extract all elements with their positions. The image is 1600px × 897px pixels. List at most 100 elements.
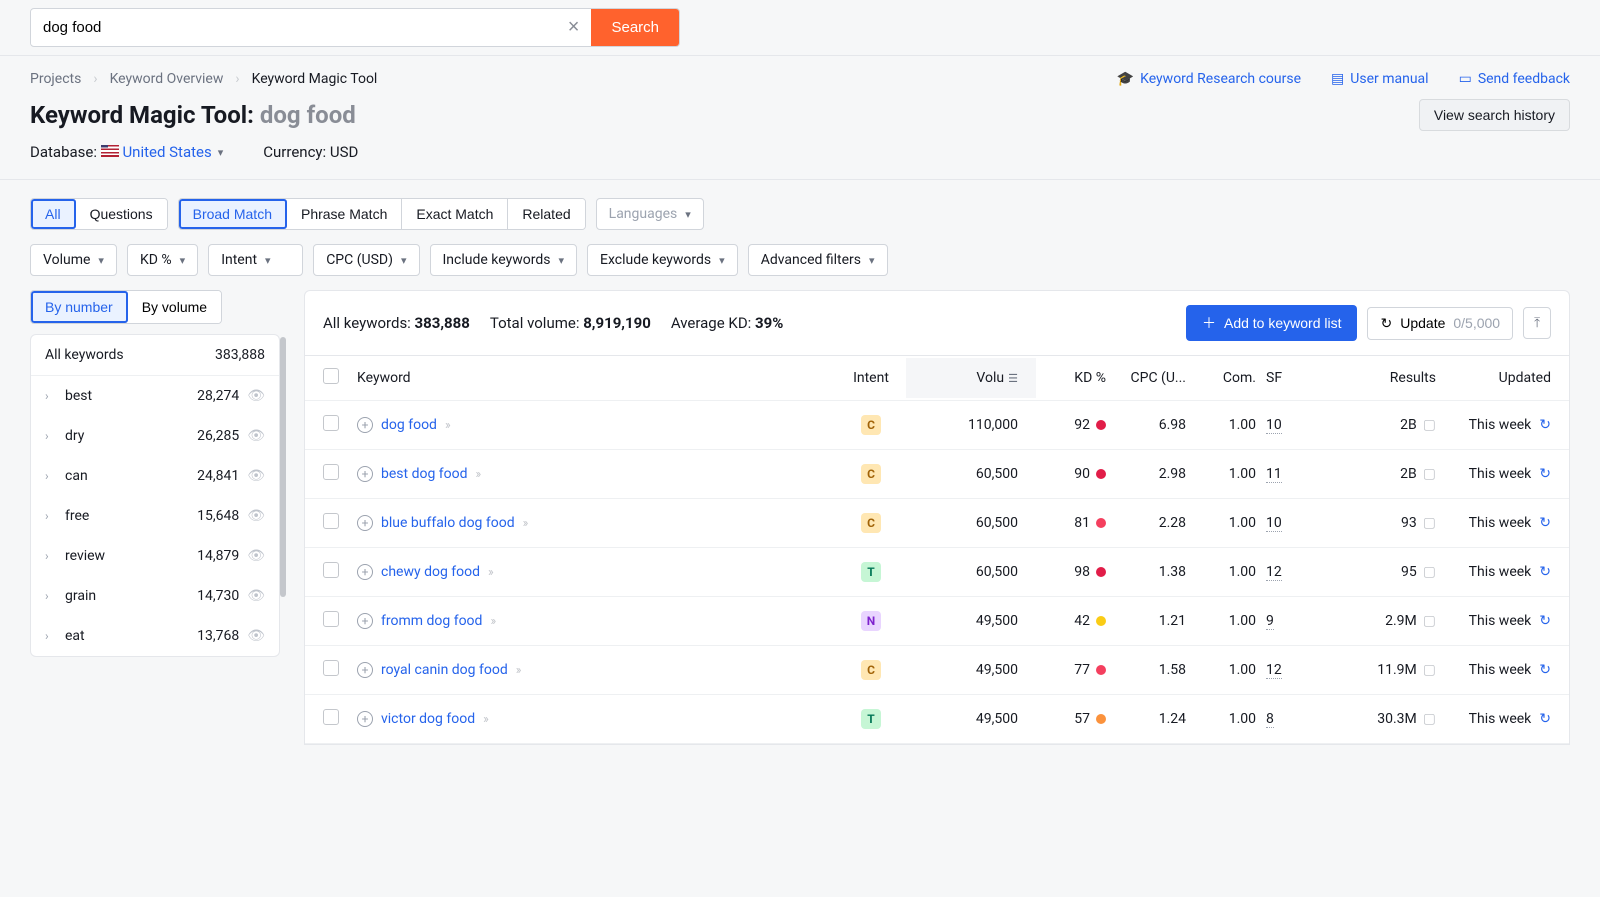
eye-icon[interactable]: 👁 (247, 628, 265, 644)
view-history-button[interactable]: View search history (1419, 99, 1570, 131)
add-keyword-icon[interactable]: + (357, 613, 373, 629)
volume-filter[interactable]: Volume▾ (30, 244, 117, 276)
tab-related[interactable]: Related (508, 199, 584, 229)
double-chevron-icon[interactable]: ›› (488, 565, 492, 580)
sort-by-number[interactable]: By number (31, 291, 128, 323)
double-chevron-icon[interactable]: ›› (476, 467, 480, 482)
tab-exact-match[interactable]: Exact Match (402, 199, 508, 229)
scrollbar[interactable] (280, 337, 286, 597)
serp-icon[interactable]: ▢ (1423, 515, 1436, 531)
kd-filter[interactable]: KD %▾ (127, 244, 198, 276)
refresh-row-icon[interactable]: ↻ (1539, 613, 1551, 629)
sidebar-group-item[interactable]: ›eat13,768👁 (31, 616, 279, 656)
row-checkbox[interactable] (323, 562, 339, 578)
eye-icon[interactable]: 👁 (247, 548, 265, 564)
keyword-link[interactable]: fromm dog food (381, 613, 482, 629)
intent-filter[interactable]: Intent▾ (208, 244, 303, 276)
cpc-filter[interactable]: CPC (USD)▾ (313, 244, 419, 276)
eye-icon[interactable]: 👁 (247, 468, 265, 484)
sort-by-volume[interactable]: By volume (128, 291, 221, 323)
refresh-row-icon[interactable]: ↻ (1539, 515, 1551, 531)
tab-broad-match[interactable]: Broad Match (179, 199, 287, 229)
eye-icon[interactable]: 👁 (247, 388, 265, 404)
search-input[interactable] (31, 10, 556, 45)
sidebar-group-item[interactable]: ›grain14,730👁 (31, 576, 279, 616)
row-checkbox[interactable] (323, 464, 339, 480)
keyword-link[interactable]: dog food (381, 417, 437, 433)
double-chevron-icon[interactable]: ›› (445, 418, 449, 433)
eye-icon[interactable]: 👁 (247, 588, 265, 604)
add-keyword-icon[interactable]: + (357, 515, 373, 531)
clear-search-button[interactable]: × (556, 16, 592, 39)
add-keyword-icon[interactable]: + (357, 417, 373, 433)
database-selector[interactable]: Database: United States ▾ (30, 143, 223, 161)
search-button[interactable]: Search (591, 9, 679, 46)
tab-phrase-match[interactable]: Phrase Match (287, 199, 402, 229)
row-checkbox[interactable] (323, 513, 339, 529)
refresh-row-icon[interactable]: ↻ (1539, 466, 1551, 482)
exclude-keywords-filter[interactable]: Exclude keywords▾ (587, 244, 738, 276)
keyword-link[interactable]: chewy dog food (381, 564, 480, 580)
sidebar-group-item[interactable]: ›free15,648👁 (31, 496, 279, 536)
double-chevron-icon[interactable]: ›› (490, 614, 494, 629)
add-keyword-icon[interactable]: + (357, 711, 373, 727)
all-keywords-row[interactable]: All keywords 383,888 (31, 335, 279, 376)
col-com[interactable]: Com. (1186, 370, 1256, 386)
sidebar-group-item[interactable]: ›best28,274👁 (31, 376, 279, 416)
research-course-link[interactable]: 🎓Keyword Research course (1117, 71, 1301, 87)
select-all-checkbox[interactable] (323, 368, 339, 384)
tab-questions[interactable]: Questions (76, 199, 167, 229)
export-button[interactable]: ⤒ (1523, 307, 1551, 339)
sidebar-group-item[interactable]: ›review14,879👁 (31, 536, 279, 576)
serp-icon[interactable]: ▢ (1423, 711, 1436, 727)
double-chevron-icon[interactable]: ›› (483, 712, 487, 727)
col-updated[interactable]: Updated (1436, 370, 1551, 386)
tab-all[interactable]: All (31, 199, 76, 229)
breadcrumb-overview[interactable]: Keyword Overview (110, 71, 224, 87)
add-keyword-icon[interactable]: + (357, 564, 373, 580)
sidebar-group-item[interactable]: ›dry26,285👁 (31, 416, 279, 456)
refresh-row-icon[interactable]: ↻ (1539, 417, 1551, 433)
cell-sf[interactable]: 10 (1256, 515, 1316, 531)
sidebar-group-item[interactable]: ›can24,841👁 (31, 456, 279, 496)
row-checkbox[interactable] (323, 709, 339, 725)
keyword-link[interactable]: blue buffalo dog food (381, 515, 515, 531)
serp-icon[interactable]: ▢ (1423, 417, 1436, 433)
cell-sf[interactable]: 12 (1256, 564, 1316, 580)
include-keywords-filter[interactable]: Include keywords▾ (430, 244, 577, 276)
eye-icon[interactable]: 👁 (247, 428, 265, 444)
double-chevron-icon[interactable]: ›› (516, 663, 520, 678)
add-to-keyword-list-button[interactable]: ＋Add to keyword list (1186, 305, 1358, 341)
add-keyword-icon[interactable]: + (357, 466, 373, 482)
col-keyword[interactable]: Keyword (357, 370, 836, 386)
breadcrumb-projects[interactable]: Projects (30, 71, 81, 87)
col-volume[interactable]: Volu☰ (906, 358, 1036, 398)
col-intent[interactable]: Intent (836, 370, 906, 386)
send-feedback-link[interactable]: ▭Send feedback (1459, 71, 1570, 87)
serp-icon[interactable]: ▢ (1423, 466, 1436, 482)
col-results[interactable]: Results (1316, 370, 1436, 386)
user-manual-link[interactable]: ▤User manual (1331, 71, 1429, 87)
row-checkbox[interactable] (323, 660, 339, 676)
row-checkbox[interactable] (323, 611, 339, 627)
col-sf[interactable]: SF (1256, 370, 1316, 386)
keyword-link[interactable]: royal canin dog food (381, 662, 508, 678)
serp-icon[interactable]: ▢ (1423, 662, 1436, 678)
add-keyword-icon[interactable]: + (357, 662, 373, 678)
cell-sf[interactable]: 12 (1256, 662, 1316, 678)
col-cpc[interactable]: CPC (U... (1106, 370, 1186, 386)
refresh-row-icon[interactable]: ↻ (1539, 662, 1551, 678)
col-kd[interactable]: KD % (1036, 370, 1106, 386)
double-chevron-icon[interactable]: ›› (523, 516, 527, 531)
cell-sf[interactable]: 9 (1256, 613, 1316, 629)
eye-icon[interactable]: 👁 (247, 508, 265, 524)
advanced-filters[interactable]: Advanced filters▾ (748, 244, 888, 276)
update-button[interactable]: ↻Update 0/5,000 (1367, 307, 1513, 340)
keyword-link[interactable]: best dog food (381, 466, 468, 482)
cell-sf[interactable]: 8 (1256, 711, 1316, 727)
serp-icon[interactable]: ▢ (1423, 564, 1436, 580)
languages-dropdown[interactable]: Languages▾ (596, 198, 704, 230)
serp-icon[interactable]: ▢ (1423, 613, 1436, 629)
refresh-row-icon[interactable]: ↻ (1539, 711, 1551, 727)
keyword-link[interactable]: victor dog food (381, 711, 475, 727)
